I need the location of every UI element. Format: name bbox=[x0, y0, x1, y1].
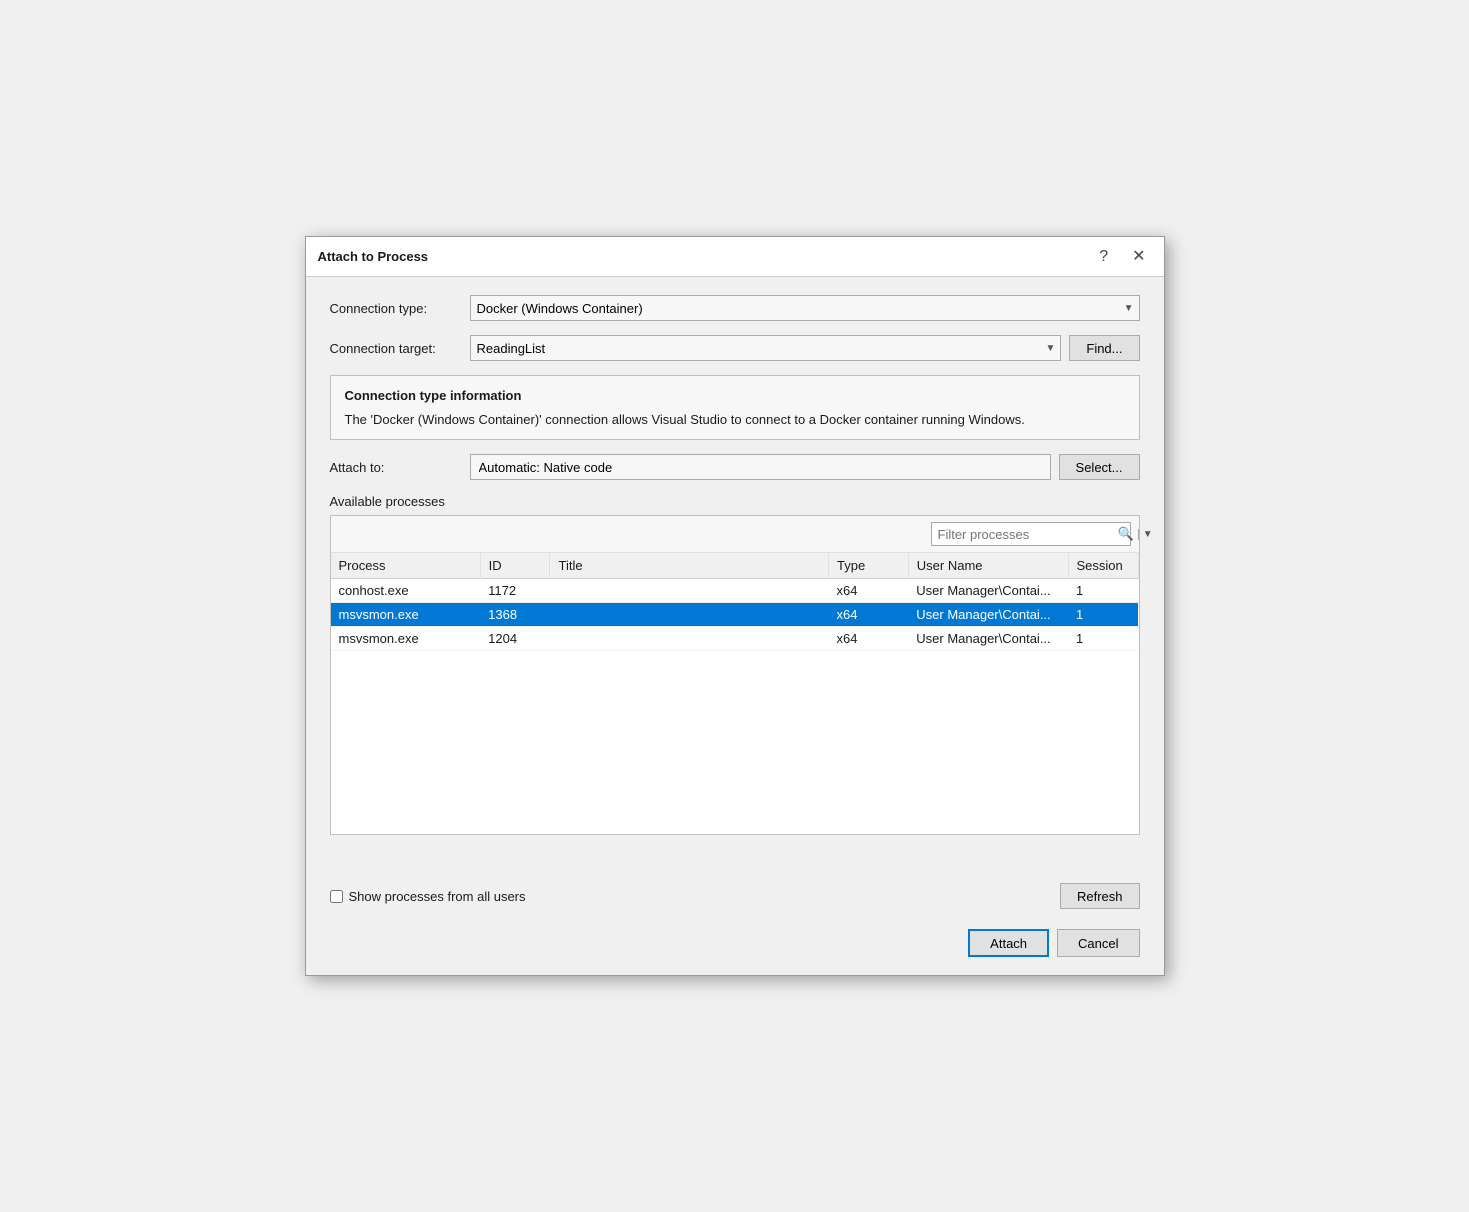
attach-to-row: Attach to: Select... bbox=[330, 454, 1140, 480]
close-button[interactable]: ✕ bbox=[1126, 247, 1151, 267]
process-title bbox=[550, 579, 829, 603]
process-username: User Manager\Contai... bbox=[908, 627, 1068, 651]
connection-target-select[interactable]: ReadingList bbox=[470, 335, 1062, 361]
connection-type-label: Connection type: bbox=[330, 301, 460, 316]
process-id: 1204 bbox=[480, 627, 550, 651]
process-title bbox=[550, 627, 829, 651]
available-processes-section: Available processes 🔍 ▼ Process ID bbox=[330, 494, 1140, 835]
process-session: 1 bbox=[1068, 579, 1138, 603]
process-name: msvsmon.exe bbox=[331, 627, 481, 651]
process-type: x64 bbox=[828, 603, 908, 627]
col-header-session: Session bbox=[1068, 553, 1138, 579]
process-session: 1 bbox=[1068, 603, 1138, 627]
find-button[interactable]: Find... bbox=[1069, 335, 1139, 361]
col-header-title: Title bbox=[550, 553, 829, 579]
connection-type-select-wrapper: Docker (Windows Container) Default Remot… bbox=[470, 295, 1140, 321]
attach-button[interactable]: Attach bbox=[968, 929, 1049, 957]
table-row[interactable]: conhost.exe 1172 x64 User Manager\Contai… bbox=[331, 579, 1139, 603]
process-name: msvsmon.exe bbox=[331, 603, 481, 627]
processes-panel: 🔍 ▼ Process ID Title Type User Name Sess… bbox=[330, 515, 1140, 835]
col-header-type: Type bbox=[828, 553, 908, 579]
connection-target-control: ReadingList ▼ Find... bbox=[470, 335, 1140, 361]
col-header-username: User Name bbox=[908, 553, 1068, 579]
connection-target-select-wrapper: ReadingList ▼ bbox=[470, 335, 1062, 361]
process-id: 1368 bbox=[480, 603, 550, 627]
connection-target-row: Connection target: ReadingList ▼ Find... bbox=[330, 335, 1140, 361]
bottom-bar: Show processes from all users Refresh bbox=[306, 873, 1164, 919]
process-table-body: conhost.exe 1172 x64 User Manager\Contai… bbox=[331, 579, 1139, 651]
show-all-users-text: Show processes from all users bbox=[349, 889, 526, 904]
connection-type-select[interactable]: Docker (Windows Container) Default Remot… bbox=[470, 295, 1140, 321]
filter-bar: 🔍 ▼ bbox=[331, 516, 1139, 553]
filter-input-wrap: 🔍 ▼ bbox=[931, 522, 1131, 546]
attach-to-process-dialog: Attach to Process ? ✕ Connection type: D… bbox=[305, 236, 1165, 976]
help-button[interactable]: ? bbox=[1093, 247, 1114, 267]
connection-info-box: Connection type information The 'Docker … bbox=[330, 375, 1140, 440]
process-id: 1172 bbox=[480, 579, 550, 603]
col-header-id: ID bbox=[480, 553, 550, 579]
search-icon: 🔍 bbox=[1118, 526, 1134, 542]
available-processes-label: Available processes bbox=[330, 494, 1140, 509]
filter-dropdown-button[interactable]: ▼ bbox=[1138, 529, 1157, 540]
select-button[interactable]: Select... bbox=[1059, 454, 1140, 480]
connection-type-row: Connection type: Docker (Windows Contain… bbox=[330, 295, 1140, 321]
cancel-button[interactable]: Cancel bbox=[1057, 929, 1139, 957]
dialog-content: Connection type: Docker (Windows Contain… bbox=[306, 277, 1164, 873]
title-bar-left: Attach to Process bbox=[318, 249, 429, 264]
show-all-users-checkbox[interactable] bbox=[330, 890, 343, 903]
dialog-footer: Attach Cancel bbox=[306, 919, 1164, 975]
table-row[interactable]: msvsmon.exe 1204 x64 User Manager\Contai… bbox=[331, 627, 1139, 651]
process-type: x64 bbox=[828, 627, 908, 651]
attach-to-input[interactable] bbox=[470, 454, 1051, 480]
attach-to-label: Attach to: bbox=[330, 460, 460, 475]
dialog-title: Attach to Process bbox=[318, 249, 429, 264]
process-name: conhost.exe bbox=[331, 579, 481, 603]
title-bar: Attach to Process ? ✕ bbox=[306, 237, 1164, 277]
process-type: x64 bbox=[828, 579, 908, 603]
connection-target-label: Connection target: bbox=[330, 341, 460, 356]
table-row[interactable]: msvsmon.exe 1368 x64 User Manager\Contai… bbox=[331, 603, 1139, 627]
connection-info-title: Connection type information bbox=[345, 386, 1125, 406]
refresh-button[interactable]: Refresh bbox=[1060, 883, 1140, 909]
attach-to-control: Select... bbox=[470, 454, 1140, 480]
process-table: Process ID Title Type User Name Session … bbox=[331, 553, 1139, 651]
title-bar-controls: ? ✕ bbox=[1093, 247, 1151, 267]
col-header-process: Process bbox=[331, 553, 481, 579]
process-username: User Manager\Contai... bbox=[908, 579, 1068, 603]
process-username: User Manager\Contai... bbox=[908, 603, 1068, 627]
connection-info-text: The 'Docker (Windows Container)' connect… bbox=[345, 410, 1125, 430]
show-all-users-label[interactable]: Show processes from all users bbox=[330, 889, 526, 904]
filter-processes-input[interactable] bbox=[938, 527, 1114, 542]
process-session: 1 bbox=[1068, 627, 1138, 651]
process-table-header: Process ID Title Type User Name Session bbox=[331, 553, 1139, 579]
process-title bbox=[550, 603, 829, 627]
